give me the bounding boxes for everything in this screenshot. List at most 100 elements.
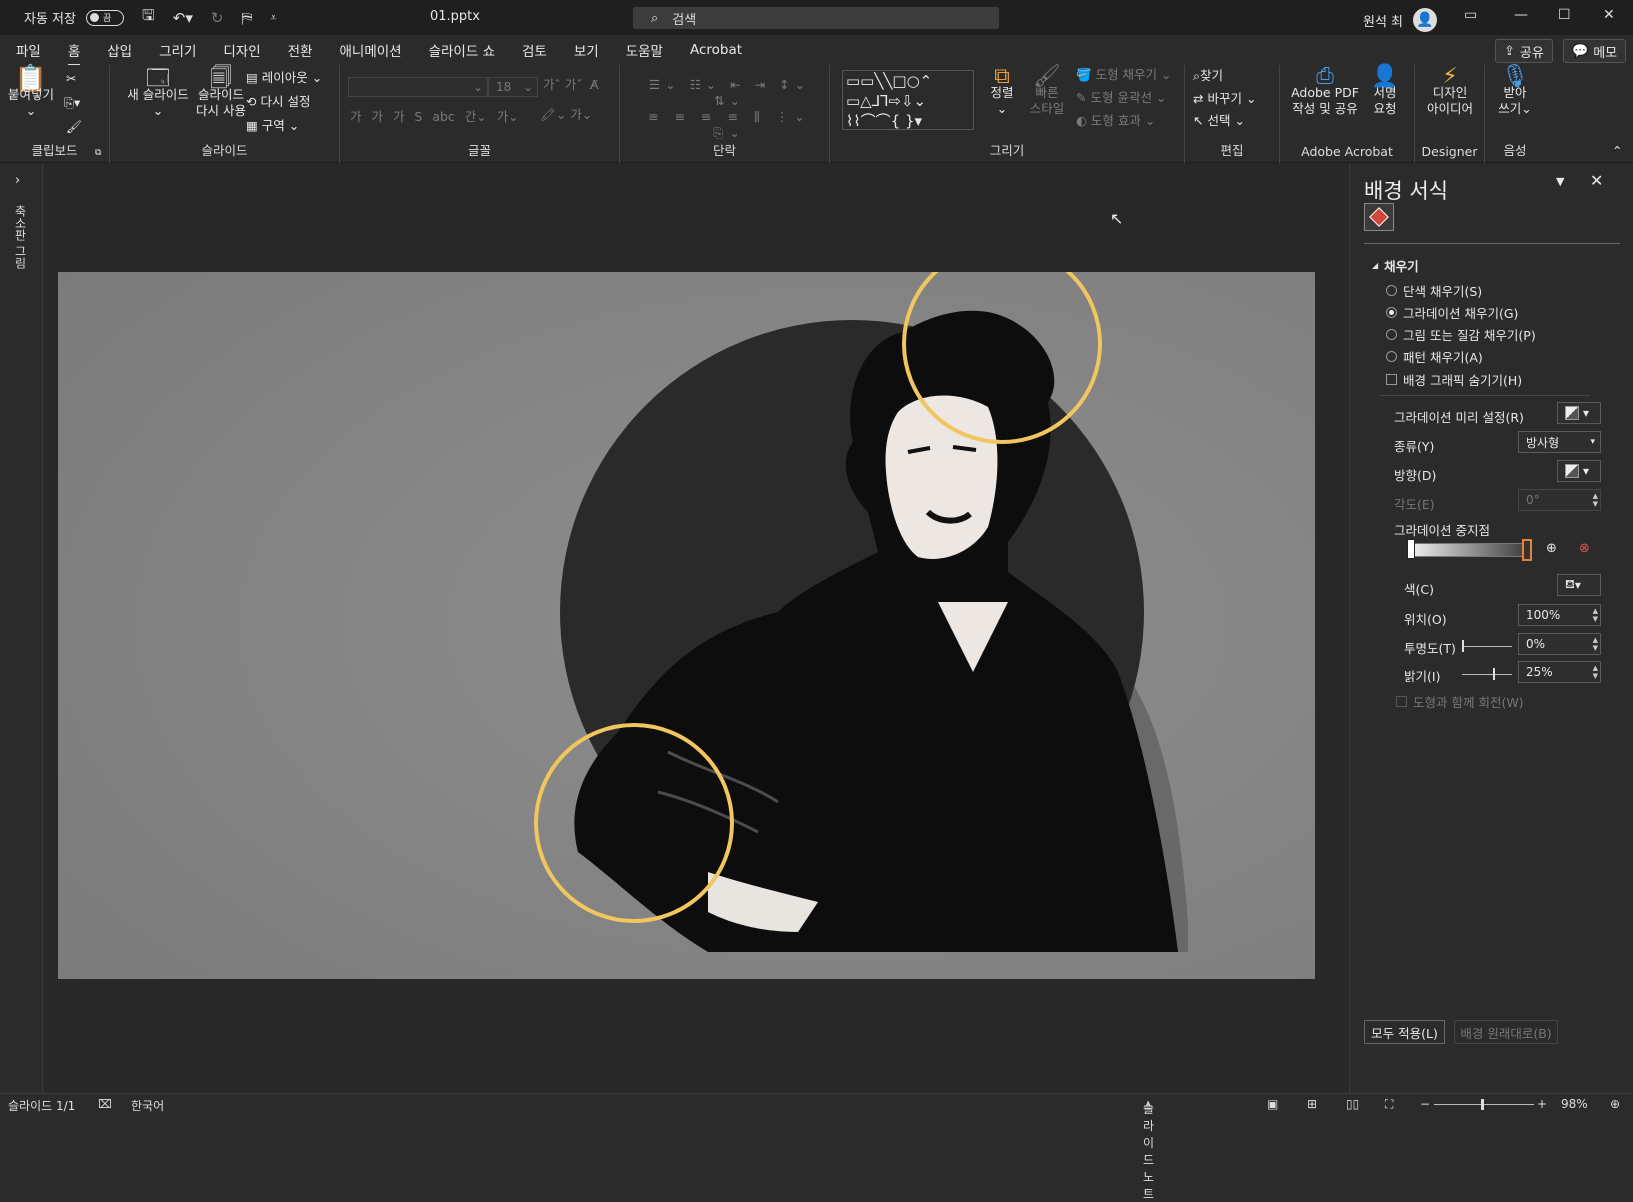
gradient-stops-bar[interactable] xyxy=(1410,543,1530,557)
request-signature-button[interactable]: 👤 서명 요청 xyxy=(1364,66,1406,117)
close-button[interactable]: ✕ xyxy=(1603,7,1615,23)
section-button[interactable]: ▦ 구역 ⌄ xyxy=(246,118,299,134)
tab-transitions[interactable]: 전환 xyxy=(288,40,313,60)
fill-section-header[interactable]: ◢ 채우기 xyxy=(1372,256,1419,275)
brightness-input[interactable]: 25% ▲ ▼ xyxy=(1518,661,1601,683)
solid-fill-option[interactable]: 단색 채우기(S) xyxy=(1386,281,1482,300)
format-painter-icon[interactable]: 🖌 xyxy=(66,119,82,135)
font-size-box[interactable]: 18 ⌄ xyxy=(488,77,538,97)
rotate-checkbox[interactable] xyxy=(1396,696,1407,707)
avatar[interactable]: 👤 xyxy=(1413,8,1438,32)
clear-format-icon[interactable]: A̸ xyxy=(590,77,599,93)
list-buttons[interactable]: ☰⌄ ☷⌄ ⇤ ⇥ ↕⌄ ⇅⌄ xyxy=(630,77,829,109)
minimize-button[interactable]: — xyxy=(1514,7,1528,23)
zoom-out-button[interactable]: − xyxy=(1420,1097,1430,1111)
tab-view[interactable]: 보기 xyxy=(574,40,599,60)
tab-design[interactable]: 디자인 xyxy=(223,40,260,60)
rotate-with-shape-option[interactable]: 도형과 함께 회전(W) xyxy=(1396,692,1524,711)
font-name-box[interactable]: ⌄ xyxy=(348,77,488,97)
hide-bg-checkbox[interactable] xyxy=(1386,374,1397,385)
reset-button[interactable]: ⟲ 다시 설정 xyxy=(246,94,310,110)
customize-qat-icon[interactable]: ⩡ xyxy=(270,11,276,25)
type-dropdown[interactable]: 방사형 ▾ xyxy=(1518,431,1601,453)
shape-outline-button[interactable]: ✎ 도형 윤곽선 ⌄ xyxy=(1076,90,1166,106)
picture-fill-option[interactable]: 그림 또는 질감 채우기(P) xyxy=(1386,325,1536,344)
position-input[interactable]: 100% ▲ ▼ xyxy=(1518,604,1601,626)
dialog-launcher-icon[interactable]: ⧉ xyxy=(95,145,101,161)
normal-view-icon[interactable]: ▣ xyxy=(1267,1097,1278,1111)
gradient-fill-option[interactable]: 그라데이션 채우기(G) xyxy=(1386,303,1518,322)
hide-bg-graphics-option[interactable]: 배경 그래픽 숨기기(H) xyxy=(1386,370,1522,389)
reset-background-button[interactable]: 배경 원래대로(B) xyxy=(1454,1020,1558,1044)
add-stop-icon[interactable]: ⊕ xyxy=(1546,541,1557,556)
font-style-buttons[interactable]: 가 가 가 S abc 간⌄ 가⌄ xyxy=(350,109,519,125)
fit-to-window-icon[interactable]: ⊕ xyxy=(1610,1097,1620,1111)
panel-close-icon[interactable]: ✕ xyxy=(1590,171,1603,190)
remove-stop-icon[interactable]: ⊗ xyxy=(1579,541,1590,556)
radio-pattern[interactable] xyxy=(1386,351,1397,362)
arrange-button[interactable]: ⧉ 정렬 ⌄ xyxy=(982,66,1022,117)
transparency-slider[interactable] xyxy=(1462,646,1512,647)
presentation-start-icon[interactable]: ⛿ xyxy=(241,9,252,27)
copy-icon[interactable]: ⎘▾ xyxy=(64,95,80,111)
slideshow-icon[interactable]: ⛶ xyxy=(1385,1097,1393,1112)
transparency-slider-thumb[interactable] xyxy=(1462,640,1464,652)
autosave-toggle[interactable]: 끔 xyxy=(85,9,124,26)
grow-font-icon[interactable]: 가ˆ 가ˇ xyxy=(543,77,582,93)
maximize-button[interactable]: ☐ xyxy=(1558,7,1571,23)
tab-review[interactable]: 검토 xyxy=(522,40,547,60)
comments-button[interactable]: 💬 메모 xyxy=(1563,39,1627,63)
zoom-in-button[interactable]: + xyxy=(1537,1097,1547,1111)
reading-view-icon[interactable]: ▯▯ xyxy=(1346,1097,1359,1111)
tab-slideshow[interactable]: 슬라이드 쇼 xyxy=(429,40,495,60)
gradient-stop-2[interactable] xyxy=(1522,539,1532,561)
shapes-gallery[interactable]: ▭▭╲╲□○⌃ ▭△⅃⅂⇨⇩⌄ ⌇⌇⌒⌒{ }▾ xyxy=(842,70,974,130)
brightness-slider[interactable] xyxy=(1462,674,1512,675)
gradient-stop-1[interactable] xyxy=(1407,539,1415,559)
layout-button[interactable]: ▤ 레이아웃 ⌄ xyxy=(246,70,322,86)
slide[interactable] xyxy=(58,272,1315,979)
shape-effects-button[interactable]: ◐ 도형 효과 ⌄ xyxy=(1076,113,1155,129)
save-icon[interactable]: 🖫 xyxy=(142,5,155,30)
zoom-slider[interactable] xyxy=(1434,1104,1534,1105)
language-indicator[interactable]: 한국어 xyxy=(131,1097,164,1114)
redo-icon[interactable]: ↻ xyxy=(211,9,224,27)
replace-button[interactable]: ⇄ 바꾸기 ⌄ xyxy=(1193,91,1256,107)
preset-dropdown[interactable]: ▾ xyxy=(1557,402,1601,424)
tab-help[interactable]: 도움말 xyxy=(626,40,663,60)
panel-options-icon[interactable]: ▼ xyxy=(1556,175,1564,188)
share-button[interactable]: ⇪ 공유 xyxy=(1495,39,1553,63)
align-buttons[interactable]: ≡ ≡ ≡ ≡ ⫼ ⋮⌄ ⎘⌄ xyxy=(630,109,829,141)
select-button[interactable]: ↖ 선택 ⌄ xyxy=(1193,113,1245,129)
direction-dropdown[interactable]: ▾ xyxy=(1557,460,1601,482)
zoom-level[interactable]: 98% xyxy=(1561,1097,1588,1111)
brightness-slider-thumb[interactable] xyxy=(1493,668,1496,680)
apply-all-button[interactable]: 모두 적용(L) xyxy=(1364,1020,1445,1044)
tab-draw[interactable]: 그리기 xyxy=(159,40,196,60)
slide-sorter-icon[interactable]: ⊞ xyxy=(1307,1097,1317,1111)
tab-home[interactable]: 홈 xyxy=(67,40,81,66)
tab-insert[interactable]: 삽입 xyxy=(107,40,132,60)
radio-solid[interactable] xyxy=(1386,285,1397,296)
radio-picture[interactable] xyxy=(1386,329,1397,340)
quick-styles-button[interactable]: 🖌 빠른 스타일 xyxy=(1022,66,1072,117)
fill-tab-icon[interactable] xyxy=(1364,203,1394,231)
create-pdf-button[interactable]: ⎙ Adobe PDF 작성 및 공유 xyxy=(1290,66,1360,117)
tab-animations[interactable]: 애니메이션 xyxy=(339,40,401,60)
design-ideas-button[interactable]: ⚡ 디자인 아이디어 xyxy=(1421,66,1479,117)
dictate-button[interactable]: 🎙 받아 쓰기⌄ xyxy=(1493,66,1537,117)
highlight-icon[interactable]: 🖍⌄ 가⌄ xyxy=(540,107,592,123)
collapse-ribbon-icon[interactable]: ⌃ xyxy=(1612,143,1622,159)
color-picker[interactable]: ⛾ ▾ xyxy=(1557,574,1601,596)
tab-file[interactable]: 파일 xyxy=(16,40,41,60)
find-button[interactable]: ⌕찾기 xyxy=(1193,68,1223,84)
paste-button[interactable]: 📋 붙여넣기 ⌄ xyxy=(8,66,54,119)
accessibility-icon[interactable]: ⌧ xyxy=(98,1097,112,1111)
transparency-input[interactable]: 0% ▲ ▼ xyxy=(1518,633,1601,655)
zoom-slider-thumb[interactable] xyxy=(1481,1099,1484,1110)
pattern-fill-option[interactable]: 패턴 채우기(A) xyxy=(1386,347,1483,366)
search-box[interactable]: ⌕ 검색 xyxy=(633,7,999,29)
radio-gradient[interactable] xyxy=(1386,307,1397,318)
cut-icon[interactable]: ✂ xyxy=(66,71,76,87)
user-account[interactable]: 원석 최 👤 xyxy=(1363,8,1438,32)
